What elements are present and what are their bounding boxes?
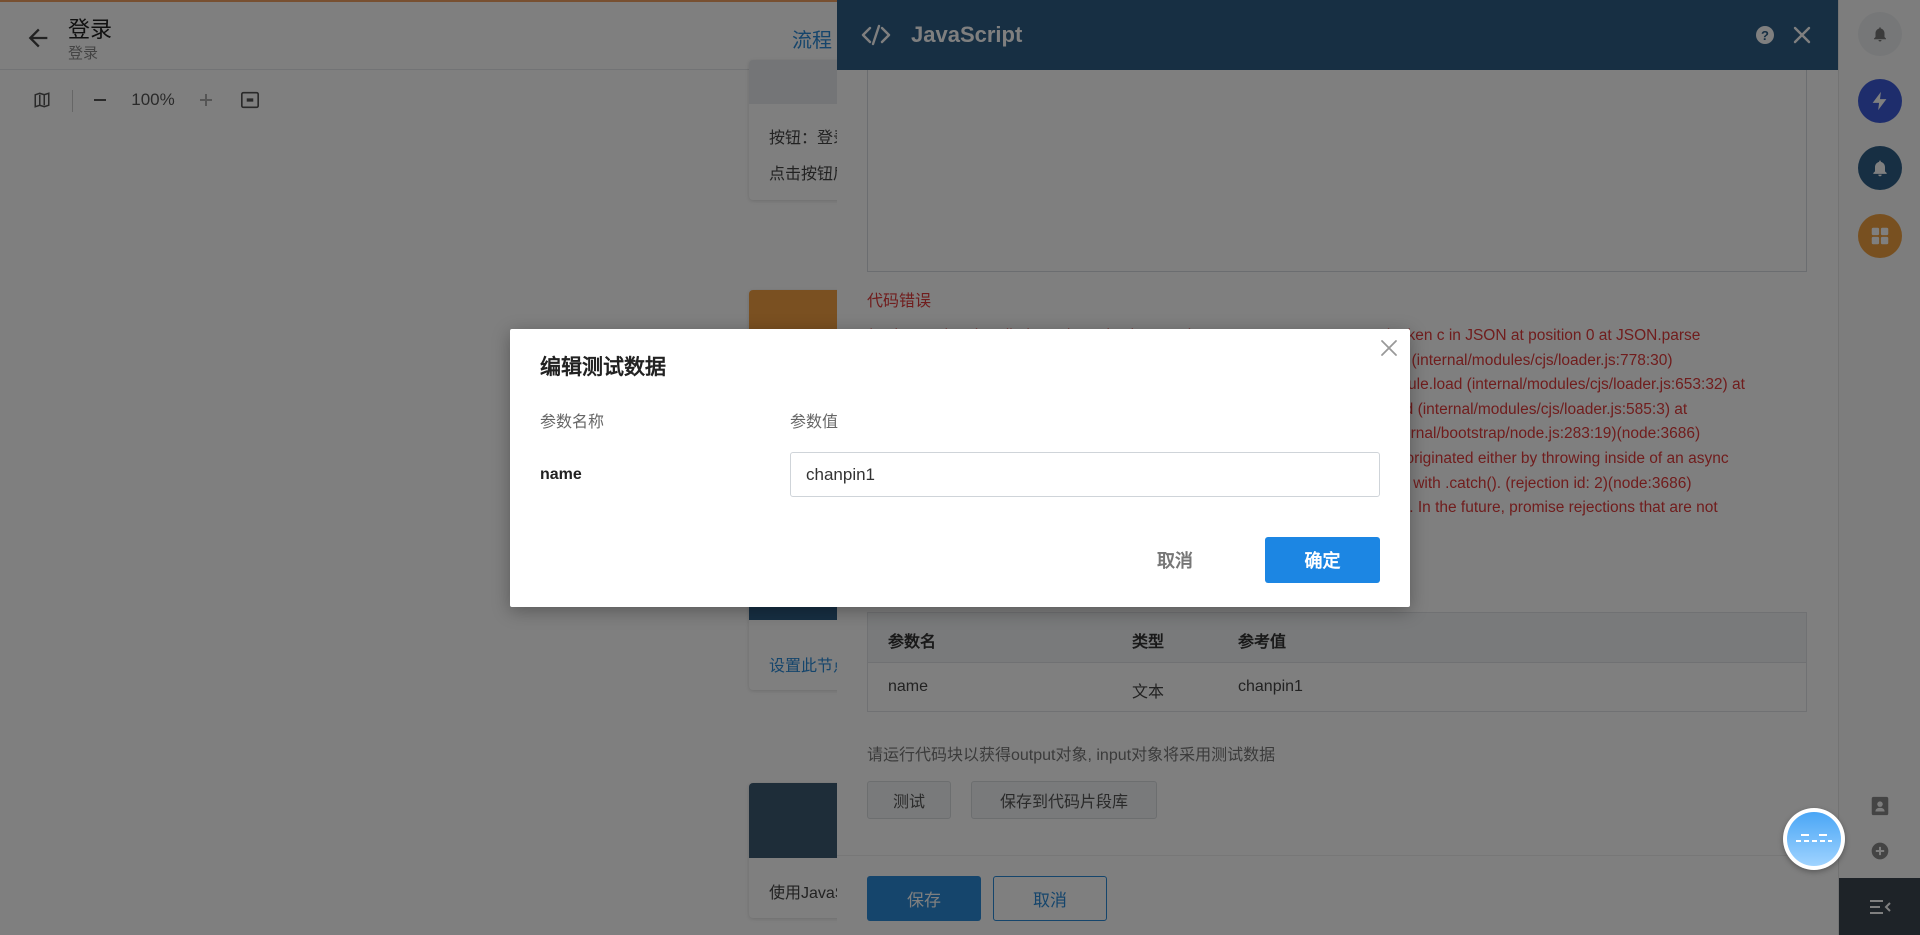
assistant-face <box>1787 812 1841 866</box>
param-name-label: name <box>540 466 582 483</box>
assistant-icon[interactable] <box>1783 808 1845 870</box>
confirm-button[interactable]: 确定 <box>1265 537 1380 583</box>
dialog-title: 编辑测试数据 <box>540 356 666 379</box>
column-label-param-value: 参数值 <box>790 414 839 431</box>
cancel-button[interactable]: 取消 <box>1130 537 1220 583</box>
column-label-param-name: 参数名称 <box>540 414 605 431</box>
param-value-input[interactable] <box>790 452 1380 497</box>
edit-test-data-dialog: 编辑测试数据 参数名称 参数值 name 取消 确定 <box>510 329 1410 607</box>
close-icon[interactable] <box>1378 337 1400 359</box>
